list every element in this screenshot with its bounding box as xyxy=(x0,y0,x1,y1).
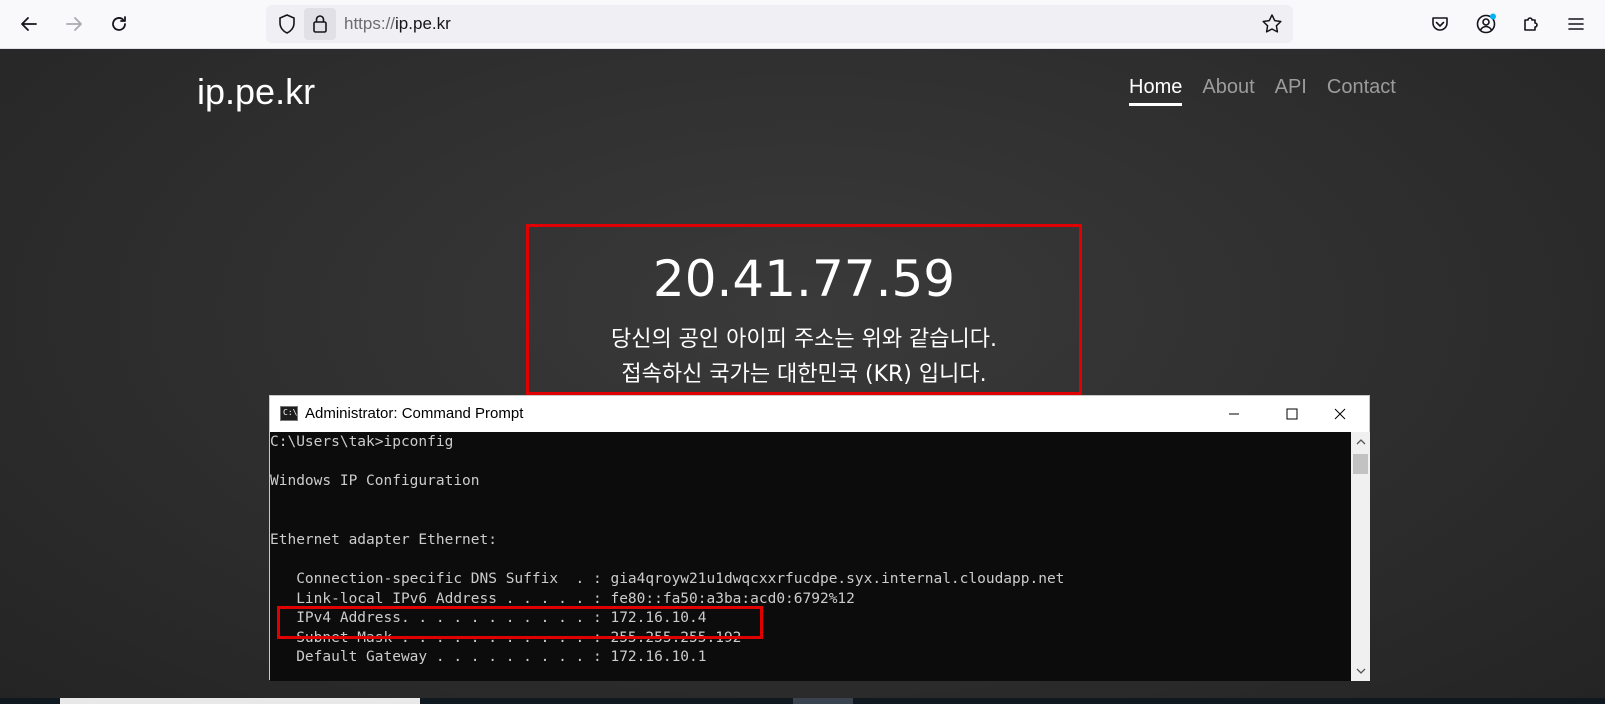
cmd-console[interactable]: C:\Users\tak>ipconfig Windows IP Configu… xyxy=(270,432,1351,681)
arrow-left-icon xyxy=(21,17,37,31)
pocket-button[interactable] xyxy=(1428,12,1452,36)
public-ip-description: 당신의 공인 아이피 주소는 위와 같습니다. xyxy=(610,327,998,352)
console-line: C:\Users\tak>ipconfig xyxy=(270,434,454,450)
site-title[interactable]: ip.pe.kr xyxy=(197,71,315,113)
url-bar[interactable]: https://ip.pe.kr xyxy=(266,5,1293,43)
site-info-button[interactable] xyxy=(304,8,336,40)
console-line: Link-local IPv6 Address . . . . . : fe80… xyxy=(270,591,855,607)
extensions-button[interactable] xyxy=(1519,12,1543,36)
url-text[interactable]: https://ip.pe.kr xyxy=(344,14,451,34)
nav-about[interactable]: About xyxy=(1202,76,1254,106)
back-button[interactable] xyxy=(14,9,44,39)
arrow-right-icon xyxy=(66,17,82,31)
account-button[interactable] xyxy=(1474,12,1498,36)
forward-button[interactable] xyxy=(59,9,89,39)
public-ip-address: 20.41.77.59 xyxy=(652,250,956,308)
console-line: Default Gateway . . . . . . . . . : 172.… xyxy=(270,649,707,665)
account-icon xyxy=(1476,13,1496,34)
pocket-icon xyxy=(1432,17,1448,31)
menu-button[interactable] xyxy=(1564,12,1588,36)
star-icon xyxy=(1262,14,1282,33)
scroll-thumb[interactable] xyxy=(1353,454,1368,474)
nav-contact[interactable]: Contact xyxy=(1327,76,1396,106)
cmd-app-icon: C:\ xyxy=(280,406,298,421)
console-line: Windows IP Configuration xyxy=(270,473,480,489)
taskbar-item[interactable] xyxy=(60,698,420,704)
ip-highlight-box: 20.41.77.59 당신의 공인 아이피 주소는 위와 같습니다. 접속하신… xyxy=(526,224,1082,395)
hamburger-menu-icon xyxy=(1568,18,1584,30)
scroll-down-button[interactable] xyxy=(1351,663,1370,679)
shield-icon xyxy=(279,14,295,34)
reload-icon xyxy=(112,16,126,31)
close-button[interactable] xyxy=(1311,396,1369,432)
nav-home[interactable]: Home xyxy=(1129,76,1183,106)
reload-button[interactable] xyxy=(104,9,134,39)
cmd-window-title: Administrator: Command Prompt xyxy=(305,405,524,422)
maximize-icon xyxy=(1286,408,1298,420)
chevron-down-icon xyxy=(1356,668,1365,674)
console-line: Ethernet adapter Ethernet: xyxy=(270,532,497,548)
taskbar-item[interactable] xyxy=(793,698,853,704)
url-host: ip.pe.kr xyxy=(395,14,451,33)
close-icon xyxy=(1334,408,1346,420)
cmd-titlebar[interactable]: C:\ Administrator: Command Prompt xyxy=(270,396,1369,432)
tracking-protection-button[interactable] xyxy=(276,13,298,35)
browser-toolbar: https://ip.pe.kr xyxy=(0,0,1605,49)
taskbar xyxy=(0,698,1605,704)
minimize-icon xyxy=(1229,413,1239,415)
lock-icon xyxy=(313,15,327,33)
nav-api[interactable]: API xyxy=(1275,76,1307,106)
bookmark-button[interactable] xyxy=(1261,13,1283,35)
cmd-scrollbar[interactable] xyxy=(1351,432,1370,681)
site-nav: Home About API Contact xyxy=(1129,76,1396,106)
country-description: 접속하신 국가는 대한민국 (KR) 입니다. xyxy=(621,362,987,387)
url-scheme: https:// xyxy=(344,14,396,33)
console-line: Connection-specific DNS Suffix . : gia4q… xyxy=(270,571,1065,587)
chevron-up-icon xyxy=(1356,439,1365,445)
ipv4-highlight-box xyxy=(277,606,763,639)
puzzle-icon xyxy=(1524,17,1538,31)
minimize-button[interactable] xyxy=(1205,396,1263,432)
scroll-up-button[interactable] xyxy=(1351,434,1370,450)
